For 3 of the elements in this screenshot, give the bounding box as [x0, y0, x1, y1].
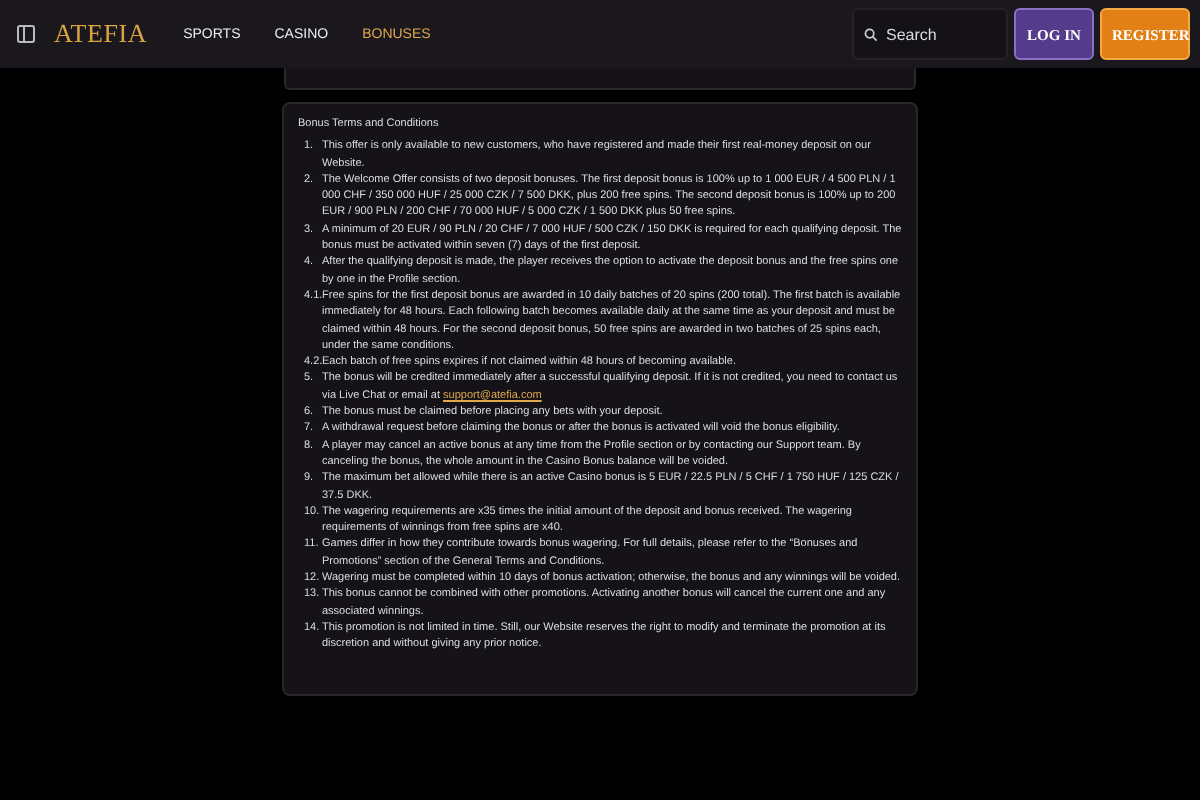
logo[interactable]: ATEFIA: [54, 18, 148, 50]
sidebar-icon[interactable]: [16, 24, 36, 44]
search-field[interactable]: Search: [852, 8, 1008, 60]
